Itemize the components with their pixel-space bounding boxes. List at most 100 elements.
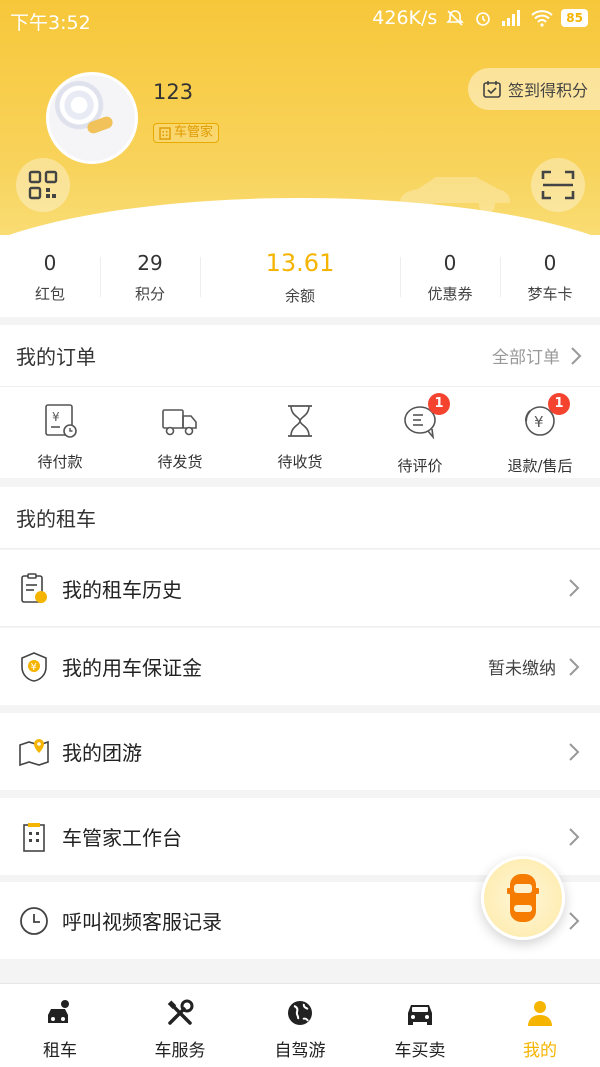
chevron-right-icon bbox=[569, 579, 580, 597]
row-icon-wrap bbox=[18, 905, 50, 937]
order-label: 待付款 bbox=[37, 453, 83, 471]
tab-self-drive[interactable]: 自驾游 bbox=[240, 984, 360, 1067]
shield-yuan-icon: ¥ bbox=[21, 651, 47, 682]
scan-button[interactable] bbox=[531, 158, 585, 212]
user-icon bbox=[528, 1001, 552, 1026]
tools-icon bbox=[167, 999, 194, 1025]
tab-car-trade[interactable]: 车买卖 bbox=[360, 984, 480, 1067]
stat-label: 优惠券 bbox=[427, 284, 473, 303]
bottom-tab-bar: 租车 车服务 自驾游 车买卖 我的 bbox=[0, 983, 600, 1067]
stat-balance[interactable]: 13.61 余额 bbox=[200, 235, 400, 317]
order-pending-review[interactable]: 1 待评价 bbox=[360, 387, 480, 477]
tab-icon-wrap bbox=[525, 998, 555, 1028]
order-label: 待评价 bbox=[397, 457, 443, 475]
tab-icon-wrap bbox=[285, 998, 315, 1028]
tab-mine[interactable]: 我的 bbox=[480, 984, 600, 1067]
chevron-right-icon bbox=[569, 911, 580, 930]
stat-label: 余额 bbox=[284, 286, 315, 305]
calendar-check-icon bbox=[483, 81, 501, 98]
signal-icon bbox=[502, 10, 521, 26]
floating-car-button[interactable] bbox=[481, 856, 565, 940]
hourglass-icon bbox=[288, 405, 312, 437]
tab-label: 车买卖 bbox=[394, 1041, 446, 1061]
stat-label: 梦车卡 bbox=[527, 284, 573, 303]
stat-dream-car-card[interactable]: 0 梦车卡 bbox=[500, 235, 600, 317]
battery-indicator: 85 bbox=[561, 9, 588, 27]
stat-red-packet[interactable]: 0 红包 bbox=[0, 235, 100, 317]
checkin-button[interactable]: 签到得积分 bbox=[468, 68, 600, 110]
car-icon bbox=[408, 1005, 432, 1025]
map-pin-icon bbox=[19, 738, 49, 766]
building-icon bbox=[159, 126, 171, 140]
stat-value: 0 bbox=[443, 250, 457, 275]
building-icon bbox=[23, 822, 45, 852]
order-label: 待收货 bbox=[277, 453, 323, 471]
stat-value: 29 bbox=[137, 250, 163, 275]
row-icon-wrap bbox=[18, 572, 50, 604]
tab-car-service[interactable]: 车服务 bbox=[120, 984, 240, 1067]
row-icon-wrap: ¥ bbox=[18, 651, 50, 683]
clock-icon bbox=[20, 906, 48, 935]
stat-label: 红包 bbox=[34, 284, 65, 303]
car-watermark-icon bbox=[400, 177, 510, 213]
tab-icon-wrap bbox=[45, 998, 75, 1028]
order-status-row: ¥ 待付款 待发货 待收货 1 待评价 ¥ 1 退款/售后 bbox=[0, 387, 600, 477]
status-bar: 下午3:52 426K/s 85 bbox=[0, 0, 600, 38]
qr-code-icon bbox=[28, 170, 58, 200]
stat-value: 13.61 bbox=[265, 248, 335, 277]
rental-section-header: 我的租车 bbox=[0, 487, 600, 549]
status-icons: 426K/s 85 bbox=[372, 7, 588, 29]
order-refund-aftersale[interactable]: ¥ 1 退款/售后 bbox=[480, 387, 600, 477]
row-label: 我的用车保证金 bbox=[62, 656, 202, 680]
avatar[interactable] bbox=[46, 72, 138, 164]
qr-code-button[interactable] bbox=[16, 158, 70, 212]
row-icon-wrap bbox=[18, 736, 50, 768]
tab-icon-wrap bbox=[165, 998, 195, 1028]
alarm-icon bbox=[476, 12, 491, 26]
stat-label: 积分 bbox=[134, 284, 165, 303]
status-time: 下午3:52 bbox=[10, 12, 91, 34]
refund-count-badge: 1 bbox=[548, 393, 570, 415]
all-orders-label: 全部订单 bbox=[492, 348, 560, 368]
row-label: 车管家工作台 bbox=[62, 826, 182, 850]
svg-text:¥: ¥ bbox=[52, 410, 60, 424]
order-pending-receipt[interactable]: 待收货 bbox=[240, 387, 360, 477]
order-pending-shipment[interactable]: 待发货 bbox=[120, 387, 240, 477]
order-pending-payment[interactable]: ¥ 待付款 bbox=[0, 387, 120, 477]
truck-icon bbox=[162, 409, 197, 436]
rental-history-row[interactable]: 我的租车历史 bbox=[0, 550, 600, 627]
svg-text:¥: ¥ bbox=[534, 413, 544, 431]
chevron-right-icon bbox=[569, 657, 580, 676]
row-label: 我的租车历史 bbox=[62, 577, 182, 602]
checkin-label: 签到得积分 bbox=[508, 81, 589, 100]
orders-title: 我的订单 bbox=[16, 345, 96, 369]
review-count-badge: 1 bbox=[428, 393, 450, 415]
row-icon-wrap bbox=[18, 821, 50, 853]
chevron-right-icon bbox=[569, 742, 580, 761]
stat-coupons[interactable]: 0 优惠券 bbox=[400, 235, 500, 317]
all-orders-link[interactable]: 全部订单 bbox=[492, 343, 582, 368]
chevron-right-icon bbox=[569, 827, 580, 846]
deposit-row[interactable]: ¥ 我的用车保证金 暂未缴纳 bbox=[0, 628, 600, 705]
orders-card: 我的订单 全部订单 ¥ 待付款 待发货 待收货 1 待评价 ¥ 1 退款/售后 bbox=[0, 325, 600, 478]
stat-value: 0 bbox=[43, 250, 57, 275]
tab-label: 租车 bbox=[43, 1041, 77, 1061]
role-label: 车管家 bbox=[174, 125, 214, 140]
order-label: 待发货 bbox=[157, 453, 203, 471]
network-speed: 426K/s bbox=[372, 7, 438, 29]
order-label: 退款/售后 bbox=[507, 457, 573, 475]
account-stats: 0 红包 29 积分 13.61 余额 0 优惠券 0 梦车卡 bbox=[0, 235, 600, 317]
scan-icon bbox=[541, 170, 575, 200]
clipboard-icon bbox=[21, 573, 47, 603]
tab-label: 自驾游 bbox=[274, 1041, 326, 1061]
tab-car-rental[interactable]: 租车 bbox=[0, 984, 120, 1067]
profile-header: 下午3:52 426K/s 85 123 车管家 签到得积分 bbox=[0, 0, 600, 235]
orders-header: 我的订单 全部订单 bbox=[0, 325, 600, 387]
wifi-icon bbox=[531, 10, 553, 27]
group-tour-row[interactable]: 我的团游 bbox=[0, 713, 600, 790]
stat-points[interactable]: 29 积分 bbox=[100, 235, 200, 317]
username: 123 bbox=[153, 80, 194, 104]
deposit-status: 暂未缴纳 bbox=[488, 659, 556, 679]
globe-icon bbox=[288, 1001, 312, 1025]
role-badge: 车管家 bbox=[153, 123, 220, 143]
